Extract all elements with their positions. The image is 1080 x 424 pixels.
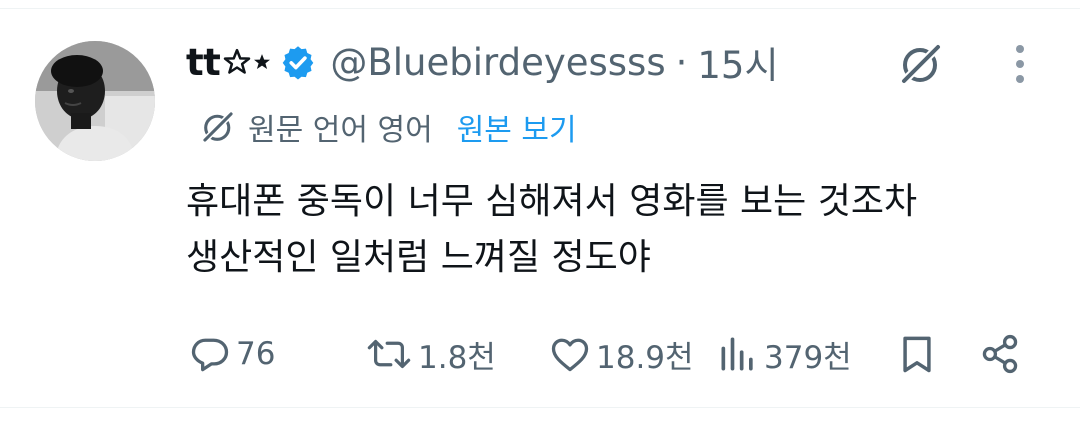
- translate-icon: [198, 107, 238, 147]
- retweet-icon: [364, 332, 414, 376]
- avatar[interactable]: [35, 41, 155, 161]
- reply-button[interactable]: 76: [188, 328, 275, 380]
- grok-button[interactable]: [893, 36, 949, 92]
- star-filled-icon: [254, 54, 271, 69]
- views-bar-icon: [716, 332, 760, 376]
- user-handle[interactable]: @Bluebirdeyessss: [330, 41, 665, 84]
- translation-row: 원문 언어 영어 원본 보기: [198, 104, 577, 150]
- reply-icon: [188, 332, 232, 376]
- views-button[interactable]: 379천: [716, 328, 852, 380]
- bookmark-icon: [895, 332, 939, 376]
- tweet-text: 휴대폰 중독이 너무 심해져서 영화를 보는 것조차 생산적인 일처럼 느껴질 …: [186, 174, 1046, 286]
- star-outline-icon: [224, 48, 251, 74]
- avatar-photo: [35, 41, 155, 161]
- share-button[interactable]: [978, 328, 1022, 380]
- like-button[interactable]: 18.9천: [548, 328, 694, 380]
- bookmark-button[interactable]: [895, 328, 939, 380]
- more-options-button[interactable]: [1008, 40, 1032, 88]
- verified-badge-icon[interactable]: [280, 44, 316, 80]
- show-original-link[interactable]: 원본 보기: [457, 105, 577, 149]
- more-vertical-icon: [1016, 45, 1024, 83]
- views-count: 379천: [764, 339, 852, 376]
- tweet-header: tt @Bluebirdeyessss · 15시: [186, 36, 779, 88]
- reply-count: 76: [236, 336, 276, 372]
- share-icon: [978, 332, 1022, 376]
- grok-icon: [900, 43, 942, 85]
- tweet-time[interactable]: 15시: [697, 35, 778, 89]
- tweet-text-line: 휴대폰 중독이 너무 심해져서 영화를 보는 것조차: [186, 181, 918, 222]
- display-name[interactable]: tt: [186, 41, 221, 84]
- name-stars-emoji: [222, 47, 272, 77]
- like-count: 18.9천: [596, 339, 694, 376]
- retweet-button[interactable]: 1.8천: [364, 328, 496, 380]
- heart-icon: [548, 332, 592, 376]
- action-bar: 76 1.8천 18.9천 379천: [0, 328, 1080, 380]
- original-language-note: 원문 언어 영어: [248, 113, 433, 148]
- retweet-count: 1.8천: [418, 339, 496, 376]
- top-divider: [0, 8, 1080, 9]
- tweet-text-line: 생산적인 일처럼 느껴질 정도야: [186, 237, 651, 278]
- header-separator: ·: [675, 40, 688, 84]
- bottom-divider: [0, 407, 1080, 408]
